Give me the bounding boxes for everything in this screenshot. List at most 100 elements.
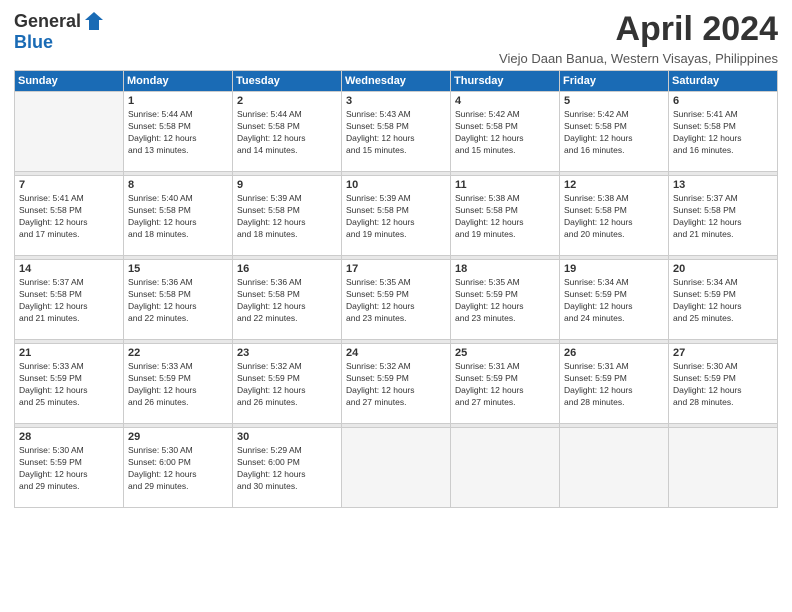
day-info: Sunrise: 5:33 AM Sunset: 5:59 PM Dayligh… [19,361,119,409]
day-info: Sunrise: 5:44 AM Sunset: 5:58 PM Dayligh… [237,109,337,157]
logo: General Blue [14,10,105,53]
day-info: Sunrise: 5:33 AM Sunset: 5:59 PM Dayligh… [128,361,228,409]
day-number: 9 [237,179,337,191]
day-info: Sunrise: 5:37 AM Sunset: 5:58 PM Dayligh… [19,277,119,325]
col-friday: Friday [560,71,669,92]
calendar-week-row: 14 Sunrise: 5:37 AM Sunset: 5:58 PM Dayli… [15,260,778,340]
day-info: Sunrise: 5:39 AM Sunset: 5:58 PM Dayligh… [346,193,446,241]
table-row [669,428,778,508]
header: General Blue April 2024 Viejo Daan Banua… [14,10,778,66]
table-row: 16 Sunrise: 5:36 AM Sunset: 5:58 PM Dayli… [233,260,342,340]
calendar-week-row: 7 Sunrise: 5:41 AM Sunset: 5:58 PM Daylig… [15,176,778,256]
table-row: 29 Sunrise: 5:30 AM Sunset: 6:00 PM Dayli… [124,428,233,508]
day-info: Sunrise: 5:38 AM Sunset: 5:58 PM Dayligh… [564,193,664,241]
table-row [451,428,560,508]
day-number: 24 [346,347,446,359]
col-monday: Monday [124,71,233,92]
day-info: Sunrise: 5:36 AM Sunset: 5:58 PM Dayligh… [237,277,337,325]
day-number: 10 [346,179,446,191]
table-row: 25 Sunrise: 5:31 AM Sunset: 5:59 PM Dayli… [451,344,560,424]
title-block: April 2024 Viejo Daan Banua, Western Vis… [499,10,778,66]
day-info: Sunrise: 5:34 AM Sunset: 5:59 PM Dayligh… [564,277,664,325]
day-number: 30 [237,431,337,443]
table-row: 30 Sunrise: 5:29 AM Sunset: 6:00 PM Dayli… [233,428,342,508]
day-number: 14 [19,263,119,275]
table-row: 28 Sunrise: 5:30 AM Sunset: 5:59 PM Dayli… [15,428,124,508]
day-info: Sunrise: 5:32 AM Sunset: 5:59 PM Dayligh… [346,361,446,409]
day-number: 6 [673,95,773,107]
day-number: 8 [128,179,228,191]
table-row: 27Sunrise: 5:30 AM Sunset: 5:59 PM Dayli… [669,344,778,424]
day-info: Sunrise: 5:42 AM Sunset: 5:58 PM Dayligh… [564,109,664,157]
day-info: Sunrise: 5:35 AM Sunset: 5:59 PM Dayligh… [346,277,446,325]
day-info: Sunrise: 5:30 AM Sunset: 5:59 PM Dayligh… [19,445,119,493]
day-info: Sunrise: 5:42 AM Sunset: 5:58 PM Dayligh… [455,109,555,157]
day-number: 15 [128,263,228,275]
day-number: 4 [455,95,555,107]
calendar-header-row: Sunday Monday Tuesday Wednesday Thursday… [15,71,778,92]
day-info: Sunrise: 5:37 AM Sunset: 5:58 PM Dayligh… [673,193,773,241]
day-number: 7 [19,179,119,191]
day-info: Sunrise: 5:36 AM Sunset: 5:58 PM Dayligh… [128,277,228,325]
calendar-week-row: 28 Sunrise: 5:30 AM Sunset: 5:59 PM Dayli… [15,428,778,508]
table-row: 20Sunrise: 5:34 AM Sunset: 5:59 PM Dayli… [669,260,778,340]
table-row: 6 Sunrise: 5:41 AM Sunset: 5:58 PM Daylig… [669,92,778,172]
day-number: 11 [455,179,555,191]
table-row: 21 Sunrise: 5:33 AM Sunset: 5:59 PM Dayli… [15,344,124,424]
calendar-week-row: 1 Sunrise: 5:44 AM Sunset: 5:58 PM Daylig… [15,92,778,172]
day-number: 20 [673,263,773,275]
table-row: 3 Sunrise: 5:43 AM Sunset: 5:58 PM Daylig… [342,92,451,172]
day-number: 12 [564,179,664,191]
table-row: 8 Sunrise: 5:40 AM Sunset: 5:58 PM Daylig… [124,176,233,256]
table-row: 23Sunrise: 5:32 AM Sunset: 5:59 PM Dayli… [233,344,342,424]
table-row: 4 Sunrise: 5:42 AM Sunset: 5:58 PM Daylig… [451,92,560,172]
day-number: 21 [19,347,119,359]
day-number: 3 [346,95,446,107]
page: General Blue April 2024 Viejo Daan Banua… [0,0,792,612]
col-wednesday: Wednesday [342,71,451,92]
day-number: 29 [128,431,228,443]
table-row: 15 Sunrise: 5:36 AM Sunset: 5:58 PM Dayli… [124,260,233,340]
table-row: 24 Sunrise: 5:32 AM Sunset: 5:59 PM Dayli… [342,344,451,424]
day-info: Sunrise: 5:44 AM Sunset: 5:58 PM Dayligh… [128,109,228,157]
table-row: 12 Sunrise: 5:38 AM Sunset: 5:58 PM Dayli… [560,176,669,256]
table-row: 18Sunrise: 5:35 AM Sunset: 5:59 PM Dayli… [451,260,560,340]
location-title: Viejo Daan Banua, Western Visayas, Phili… [499,51,778,66]
table-row: 7 Sunrise: 5:41 AM Sunset: 5:58 PM Daylig… [15,176,124,256]
table-row: 11 Sunrise: 5:38 AM Sunset: 5:58 PM Dayli… [451,176,560,256]
day-number: 28 [19,431,119,443]
table-row: 5 Sunrise: 5:42 AM Sunset: 5:58 PM Daylig… [560,92,669,172]
day-number: 1 [128,95,228,107]
day-info: Sunrise: 5:31 AM Sunset: 5:59 PM Dayligh… [564,361,664,409]
day-number: 25 [455,347,555,359]
table-row [560,428,669,508]
day-info: Sunrise: 5:31 AM Sunset: 5:59 PM Dayligh… [455,361,555,409]
table-row: 22 Sunrise: 5:33 AM Sunset: 5:59 PM Dayli… [124,344,233,424]
day-number: 19 [564,263,664,275]
col-saturday: Saturday [669,71,778,92]
table-row: 10 Sunrise: 5:39 AM Sunset: 5:58 PM Dayli… [342,176,451,256]
logo-general-text: General [14,11,81,32]
day-info: Sunrise: 5:29 AM Sunset: 6:00 PM Dayligh… [237,445,337,493]
day-info: Sunrise: 5:41 AM Sunset: 5:58 PM Dayligh… [19,193,119,241]
table-row: 13Sunrise: 5:37 AM Sunset: 5:58 PM Dayli… [669,176,778,256]
day-info: Sunrise: 5:41 AM Sunset: 5:58 PM Dayligh… [673,109,773,157]
logo-blue-text: Blue [14,32,53,53]
day-info: Sunrise: 5:39 AM Sunset: 5:58 PM Dayligh… [237,193,337,241]
day-info: Sunrise: 5:43 AM Sunset: 5:58 PM Dayligh… [346,109,446,157]
day-number: 22 [128,347,228,359]
day-number: 18 [455,263,555,275]
day-info: Sunrise: 5:40 AM Sunset: 5:58 PM Dayligh… [128,193,228,241]
day-info: Sunrise: 5:30 AM Sunset: 6:00 PM Dayligh… [128,445,228,493]
table-row: 9 Sunrise: 5:39 AM Sunset: 5:58 PM Daylig… [233,176,342,256]
day-number: 23 [237,347,337,359]
table-row: 19 Sunrise: 5:34 AM Sunset: 5:59 PM Dayli… [560,260,669,340]
table-row [15,92,124,172]
day-number: 26 [564,347,664,359]
day-info: Sunrise: 5:38 AM Sunset: 5:58 PM Dayligh… [455,193,555,241]
day-number: 16 [237,263,337,275]
table-row: 26 Sunrise: 5:31 AM Sunset: 5:59 PM Dayli… [560,344,669,424]
day-info: Sunrise: 5:30 AM Sunset: 5:59 PM Dayligh… [673,361,773,409]
calendar: Sunday Monday Tuesday Wednesday Thursday… [14,70,778,508]
day-number: 5 [564,95,664,107]
